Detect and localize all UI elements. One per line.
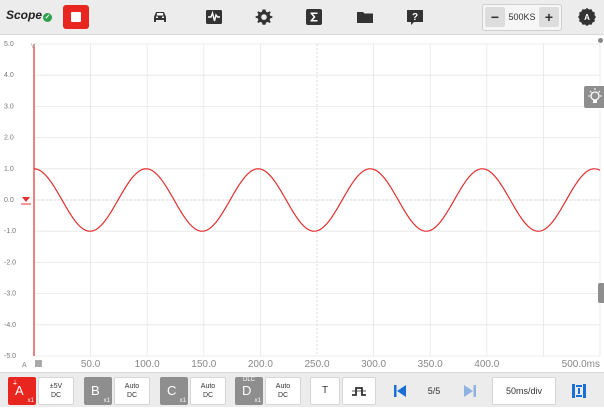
first-page-button[interactable] (386, 377, 414, 405)
connected-check-icon: ✓ (43, 13, 53, 22)
sample-rate-decrease-button[interactable]: − (485, 7, 505, 27)
trigger-label: T (321, 385, 329, 396)
channel-d-range: Auto (275, 383, 291, 390)
settings-gear-icon[interactable] (255, 8, 273, 26)
y-tick-label: -5.0 (4, 353, 16, 360)
help-icon[interactable]: ? (406, 8, 424, 26)
channel-d-multiplier: x1 (254, 398, 261, 404)
brightness-button[interactable] (584, 86, 604, 108)
channel-c-coupling: DC (202, 392, 214, 399)
channel-b-coupling: DC (126, 392, 138, 399)
x-tick-label: 150.0 (191, 359, 216, 370)
last-page-button[interactable] (456, 377, 484, 405)
page-indicator: 5/5 (427, 386, 441, 396)
channel-a-settings[interactable]: ±5V DC (38, 377, 74, 405)
cursor-handle[interactable] (598, 38, 603, 43)
svg-text:?: ? (412, 12, 418, 23)
y-tick-label: 4.0 (4, 72, 14, 79)
y-tick-label: 1.0 (4, 166, 14, 173)
y-tick-label: -2.0 (4, 259, 16, 266)
channel-d-button[interactable]: DLC D x1 (235, 377, 263, 405)
timebase-value: 50ms/div (505, 386, 542, 396)
timebase-button[interactable]: 50ms/div (492, 377, 556, 405)
stop-button[interactable] (63, 5, 89, 29)
rising-edge-icon (352, 387, 366, 396)
advanced-settings-icon[interactable]: A (578, 8, 596, 26)
sample-rate-increase-button[interactable]: + (539, 7, 559, 27)
x-tick-label: 250.0 (304, 359, 329, 370)
scope-plot[interactable]: 5.0 4.0 3.0 2.0 1.0 0.0 -1.0 -2.0 -3.0 -4.0 -5.0 A… (0, 34, 604, 370)
time-origin-marker (35, 360, 42, 367)
channel-c-range: Auto (200, 383, 216, 390)
skip-forward-icon (464, 385, 476, 397)
channel-c-settings[interactable]: Auto DC (190, 377, 226, 405)
channel-c-multiplier: x1 (179, 398, 186, 404)
channel-marker-label: A (22, 362, 27, 369)
x-tick-label: 300.0 (361, 359, 386, 370)
measure-cursor-icon (572, 384, 586, 398)
sample-rate-control: − 500KS + (482, 4, 562, 31)
ground-level-marker[interactable] (22, 197, 30, 202)
y-tick-label: -4.0 (4, 322, 16, 329)
channel-a-letter: A (15, 383, 24, 398)
folder-icon[interactable] (356, 8, 374, 26)
y-tick-label: 5.0 (4, 41, 14, 48)
skip-back-icon (394, 385, 406, 397)
channel-b-button[interactable]: B x1 (84, 377, 112, 405)
x-tick-label: 500.0ms (562, 359, 600, 370)
x-tick-label: 50.0 (81, 359, 101, 370)
top-toolbar: Scope ✓ ? − 500KS + A (0, 0, 604, 35)
vehicle-icon[interactable] (151, 8, 169, 26)
waveform-library-icon[interactable] (205, 8, 223, 26)
app-logo: Scope ✓ (6, 8, 53, 22)
cursor-measure-button[interactable] (566, 377, 592, 405)
channel-a-multiplier: x1 (27, 398, 34, 404)
x-tick-label: 100.0 (135, 359, 160, 370)
channel-a-range: ±5V (49, 383, 63, 390)
channel-d-coupling: DC (277, 392, 289, 399)
y-tick-label: 0.0 (4, 197, 14, 204)
app-logo-text: Scope (6, 8, 43, 22)
channel-d-letter: D (242, 383, 252, 398)
channel-b-letter: B (91, 383, 100, 398)
channel-a-coupling: DC (50, 392, 62, 399)
scope-grid: 5.0 4.0 3.0 2.0 1.0 0.0 -1.0 -2.0 -3.0 -4.0 -5.0 A… (4, 41, 601, 370)
trigger-button[interactable]: T (310, 377, 340, 405)
trigger-edge-button[interactable] (342, 377, 376, 405)
channel-b-range: Auto (124, 383, 140, 390)
unit-label: V (31, 44, 36, 50)
side-panel-toggle[interactable] (598, 283, 604, 303)
channel-b-settings[interactable]: Auto DC (114, 377, 150, 405)
bottom-toolbar: ⏚ A x1 ±5V DC B x1 Auto DC C x1 Auto D C … (0, 372, 604, 407)
channel-d-settings[interactable]: Auto DC (265, 377, 301, 405)
y-tick-label: 2.0 (4, 135, 14, 142)
math-sigma-icon[interactable] (305, 8, 323, 26)
x-tick-label: 350.0 (418, 359, 443, 370)
channel-b-multiplier: x1 (103, 398, 110, 404)
lightbulb-icon (588, 88, 602, 103)
y-tick-label: -1.0 (4, 228, 16, 235)
x-tick-label: 200.0 (248, 359, 273, 370)
sample-rate-value: 500KS (508, 12, 536, 22)
x-tick-label: 400.0 (474, 359, 499, 370)
channel-c-letter: C (167, 383, 177, 398)
channel-a-button[interactable]: ⏚ A x1 (8, 377, 36, 405)
y-tick-label: -3.0 (4, 291, 16, 298)
svg-text:A: A (584, 13, 590, 22)
channel-c-button[interactable]: C x1 (160, 377, 188, 405)
y-tick-label: 3.0 (4, 103, 14, 110)
